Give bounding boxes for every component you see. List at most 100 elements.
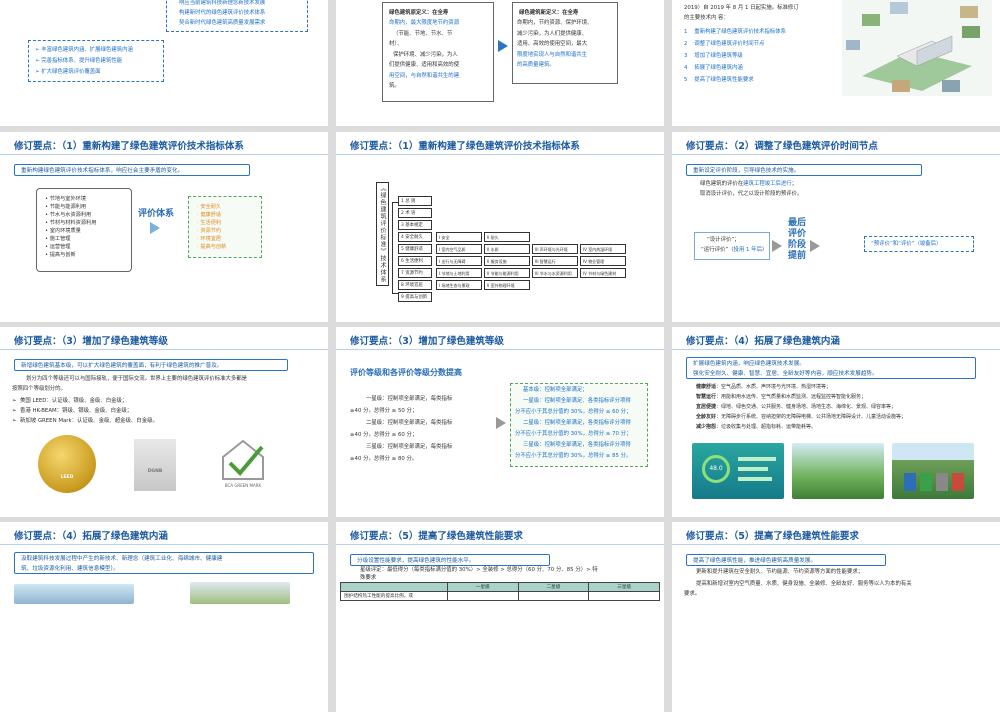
system-chapter: 7 资源节约	[398, 268, 432, 278]
slide-rating-levels[interactable]: 修订要点：（3）增加了绿色建筑等级 新增绿色建筑基本级，可以扩大绿色建筑的覆盖面…	[0, 327, 328, 517]
system-chapter: 9 提高与创新	[398, 292, 432, 302]
table-header: 三星级	[588, 582, 660, 592]
score-line: 三星级：控制项全部满足，每类指标	[366, 444, 453, 450]
slide-banner: 重新设定评价阶段，引导绿色技术的实施。	[686, 164, 922, 176]
def-line: 绿色建筑新定义：在全寿	[519, 10, 579, 16]
arrow-right-icon	[772, 240, 782, 252]
slide-banner: 重新构建绿色建筑评价技术指标体系，响应社会主要矛盾的变化。	[14, 164, 250, 176]
slide-header: 修订要点：（4）拓展了绿色建筑内涵	[0, 522, 328, 545]
objectives-box-top: 响应当前建筑科技新理念新技术发展 构建新时代的绿色建筑评价技术体系 契合新时代绿…	[166, 0, 308, 32]
slide-evaluation-stage[interactable]: 修订要点：（2）调整了绿色建筑评价时间节点 重新设定评价阶段，引导绿色技术的实施…	[672, 132, 1000, 322]
score-line: 基本级：控制项全部满足；	[523, 387, 588, 393]
slide-banner: 提高了绿色建筑性能，推进绿色建筑高质量发展。	[686, 554, 886, 566]
slide-banner: 分级设置性能要求，提高绿色建筑的性能水平。	[350, 554, 550, 566]
slide-performance-table[interactable]: 修订要点：（5）提高了绿色建筑性能要求 分级设置性能要求，提高绿色建筑的性能水平…	[336, 522, 664, 712]
arrow-right-icon	[496, 417, 506, 429]
para-line: 按照四个等级划分的。	[12, 386, 66, 392]
slide-header: 修订要点：（5）提高了绿色建筑性能要求	[336, 522, 664, 545]
system-section: II 水质	[484, 244, 530, 254]
content-item: 3 增加了绿色建筑等级	[684, 53, 743, 59]
system-section: II 节能与能源利用	[484, 268, 530, 278]
bca-green-mark-logo: BCA GREEN MARK	[218, 437, 268, 493]
slide-header: 修订要点：（4）拓展了绿色建筑内涵	[672, 327, 1000, 350]
system-section: IV 室内热湿环境	[580, 244, 626, 254]
table-cell	[447, 591, 519, 601]
system-chapter: 5 健康舒适	[398, 244, 432, 254]
old-scores: 一星级：控制项全部满足，每类指标 ≥40 分，总得分 ≥ 50 分； 二星级：控…	[350, 389, 498, 475]
table-header: 二星级	[517, 582, 590, 592]
slide-header: 修订要点：（1）重新构建了绿色建筑评价技术指标体系	[0, 132, 328, 155]
slide-title: 修订要点：（1）重新构建了绿色建筑评价技术指标体系	[14, 141, 244, 152]
stage-line: 取消设计评价，代之以设计阶段的预评价。	[700, 191, 803, 197]
requirement-line: 更新和提升建筑在安全耐久、节约能源、节约资源等方面的性能要求；	[696, 569, 864, 575]
requirement-line: 提高和新增对室内空气质量、水质、健身设施、全装修、全龄友好、服务等以人为本的有关	[696, 581, 912, 587]
slide-new-technology[interactable]: 修订要点：（4）拓展了绿色建筑内涵 汲取建筑科技发展过程中产生的新技术、新理念（…	[0, 522, 328, 712]
def-line: （节能、节地、节水、节	[393, 31, 453, 37]
content-item: 1 重新构建了绿色建筑评价技术指标体系	[684, 29, 786, 35]
intl-standard: ➢ 香港 HK-BEAM：铜级、银级、金级、白金级；	[12, 408, 133, 414]
list-item: · 资源节约	[197, 228, 222, 234]
slide-performance-requirements[interactable]: 修订要点：（5）提高了绿色建筑性能要求 提高了绿色建筑性能，推进绿色建筑高质量发…	[672, 522, 1000, 712]
objective-line: 响应当前建筑科技新理念新技术发展	[179, 0, 266, 6]
score-line: 二星级：控制项全部满足，每类指标	[366, 420, 453, 426]
def-line: 的高质量建筑。	[517, 62, 555, 68]
arrow-right-icon	[150, 222, 160, 234]
score-line: ≥40 分，总得分 ≥ 50 分；	[350, 408, 418, 414]
new-stage-box: “预评价”和“评价”（竣备后）	[864, 236, 974, 252]
list-item: 室内环境质量	[45, 227, 96, 235]
bins-photo	[892, 443, 974, 499]
objective-line: ➢ 扩大绿色建筑评价覆盖面	[35, 69, 101, 75]
slide-technical-system[interactable]: 修订要点：（1）重新构建了绿色建筑评价技术指标体系 《绿色建筑评价标准》技术体系…	[336, 132, 664, 322]
connotation-item: 全龄友好：无障碍步行系统、容纳担架的无障碍电梯、公共场地无障碍设计、儿童活动设施…	[696, 414, 907, 420]
system-section: I 室内空气品质	[436, 244, 482, 254]
system-section: II 耐久	[484, 232, 530, 242]
def-line: 命期内，最大限度地节约资源	[389, 20, 460, 26]
table-header: 一星级	[447, 582, 519, 592]
gauge: 48.0	[702, 455, 730, 483]
system-section: I 出行与无障碍	[436, 256, 482, 266]
slide-banner: 汲取建筑科技发展过程中产生的新技术、新理念（建筑工业化、海绵城市、健康建 筑、垃圾…	[14, 552, 314, 574]
stage-line: 绿色建筑的评价在建筑工程竣工后进行；	[700, 181, 798, 187]
slide-rating-scores[interactable]: 修订要点：（3）增加了绿色建筑等级 评价等级和各评价等级分数提高 一星级：控制项…	[336, 327, 664, 517]
slide-indicator-system[interactable]: 修订要点：（1）重新构建了绿色建筑评价技术指标体系 重新构建绿色建筑评价技术指标…	[0, 132, 328, 322]
para-line: 划分为四个等级还可以与国际接轨，便于国际交流。世界上主要的绿色建筑评价标准大多都…	[26, 376, 248, 382]
system-section: I 安全	[436, 232, 482, 242]
slide-title: 修订要点：（4）拓展了绿色建筑内涵	[14, 531, 168, 542]
slide-connotation[interactable]: 修订要点：（4）拓展了绿色建筑内涵 扩展绿色建筑内涵，响应绿色建筑技术发展。 强化…	[672, 327, 1000, 517]
slide-header: 修订要点：（5）提高了绿色建筑性能要求	[672, 522, 1000, 545]
system-chapter: 8 环境宜居	[398, 280, 432, 290]
connotation-item: 健康舒适：空气品质、水质、声环境与光环境、热湿环境等；	[696, 384, 832, 390]
slide-definition[interactable]: 绿色建筑原定义：在全寿 命期内，最大限度地节约资源 （节能、节地、节水、节 材）…	[336, 0, 664, 126]
system-vertical-title: 《绿色建筑评价标准》技术体系	[376, 182, 389, 286]
def-line: 限度地实现人与自然和谐共生	[517, 52, 588, 58]
slide-objectives[interactable]: 响应当前建筑科技新理念新技术发展 构建新时代的绿色建筑评价技术体系 契合新时代绿…	[0, 0, 328, 126]
system-section: III 智慧运行	[532, 256, 578, 266]
system-chapter: 6 生活便利	[398, 256, 432, 266]
table-header	[340, 582, 448, 592]
intl-standard: ➢ 美国 LEED：认证级、银级、金级、白金级；	[12, 398, 128, 404]
content-item: 4 拓展了绿色建筑内涵	[684, 65, 743, 71]
old-stage-box: “设计评价”； “运行评价”（投用 1 年后）	[694, 232, 770, 260]
connotation-item: 智慧运行：用能和用水远传、空气质量和水质监测、远程监控等智能化服务；	[696, 394, 867, 400]
rule-line: 星级评定：最低得分（每类指标满分值的 30%）> 全装修 > 总得分（60 分、…	[360, 567, 598, 573]
system-section: IV 节材与绿色建材	[580, 268, 626, 278]
content-item: 5 提高了绿色建筑性能要求	[684, 77, 754, 83]
system-section: I 节地与土地利用	[436, 268, 482, 278]
new-definition-box: 绿色建筑新定义：在全寿 命期内，节约资源、保护环境、 减少污染，为人们提供健康、…	[512, 2, 618, 84]
green-building-illustration	[842, 0, 992, 96]
new-indicator-list: · 安全耐久 · 健康舒适 · 生活便利 · 资源节约 · 环境宜居 · 提高与…	[188, 196, 262, 258]
slide-revision-contents[interactable]: 2019）自 2019 年 8 月 1 日起实施。标准修订 的主要技术内 容： …	[672, 0, 1000, 126]
list-item: 提高与创新	[45, 251, 96, 259]
new-scores: 基本级：控制项全部满足； 一星级：控制项全部满足、各类指标评分项得 分不应小于其…	[510, 383, 648, 467]
score-line: 分不应小于其总分值的 30%，总得分 ≥ 60 分；	[515, 409, 632, 415]
slide-title: 修订要点：（5）提高了绿色建筑性能要求	[350, 531, 523, 542]
system-chapter: 2 术 语	[398, 208, 432, 218]
objectives-box-bottom: ➢ 丰富绿色建筑内涵、扩展绿色建筑内涵 ➢ 完善指标体系、提升绿色建筑性能 ➢ …	[28, 40, 164, 82]
list-item: · 环境宜居	[197, 236, 222, 242]
slide-title: 修订要点：（3）增加了绿色建筑等级	[14, 336, 168, 347]
score-line: 一星级：控制项全部满足，每类指标	[366, 396, 453, 402]
slide-header: 修订要点：（3）增加了绿色建筑等级	[0, 327, 328, 350]
building-photo	[190, 582, 290, 604]
score-line: 分不应小于其总分值的 30%，总得分 ≥ 70 分；	[515, 431, 632, 437]
score-line: ≥40 分，总得分 ≥ 60 分；	[350, 432, 418, 438]
